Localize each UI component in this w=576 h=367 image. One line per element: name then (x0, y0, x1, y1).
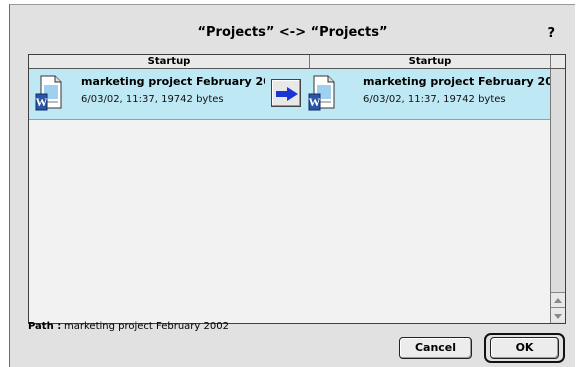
svg-text:W: W (309, 95, 321, 109)
left-column-header[interactable]: Startup (29, 55, 310, 69)
right-column-header[interactable]: Startup (310, 55, 550, 69)
file-list-panel: Startup Startup W marketing project Febr… (28, 54, 566, 324)
svg-text:W: W (36, 95, 48, 109)
word-document-icon: W (308, 75, 338, 111)
path-value: marketing project February 2002 (64, 321, 229, 332)
dialog-title: “Projects” <-> “Projects” (197, 25, 388, 40)
right-arrow-icon (275, 86, 299, 106)
help-icon[interactable]: ? (547, 26, 555, 41)
ok-button[interactable]: OK (490, 337, 559, 359)
default-button-ring: OK (484, 333, 565, 363)
sync-direction-button[interactable] (271, 79, 301, 107)
list-item[interactable]: W marketing project February 20 6/03/02,… (29, 69, 550, 120)
left-file-meta: 6/03/02, 11:37, 19742 bytes (81, 94, 224, 105)
path-label: Path : (28, 321, 62, 332)
cancel-button[interactable]: Cancel (399, 337, 472, 359)
scrollbar-corner (550, 55, 565, 69)
right-file-meta: 6/03/02, 11:37, 19742 bytes (363, 94, 506, 105)
right-file-name: marketing project February 20 (363, 75, 550, 88)
sync-dialog: “Projects” <-> “Projects” ? Startup Star… (9, 4, 575, 367)
vertical-scrollbar[interactable] (550, 69, 565, 323)
left-file-name: marketing project February 20 (81, 75, 265, 88)
word-document-icon: W (35, 75, 65, 111)
scroll-up-arrow-icon[interactable] (551, 292, 565, 307)
scroll-down-arrow-icon[interactable] (551, 307, 565, 322)
